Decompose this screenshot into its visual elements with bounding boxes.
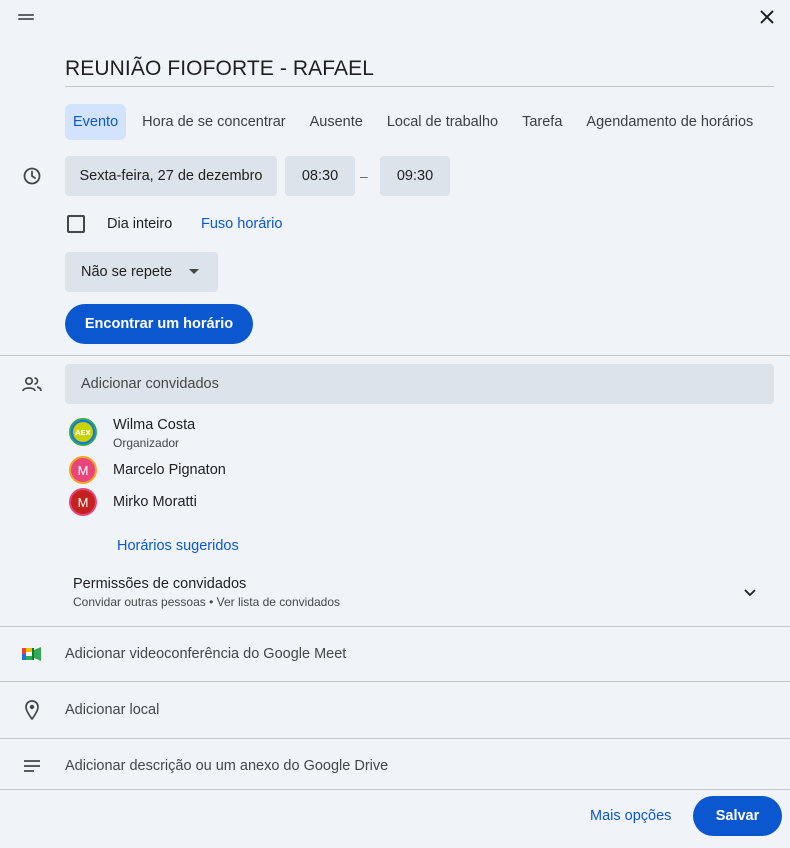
divider xyxy=(0,626,790,627)
guest-role: Organizador xyxy=(113,436,180,450)
organization-logo-icon: AEX xyxy=(73,422,93,442)
repeat-dropdown[interactable]: Não se repete xyxy=(65,252,218,292)
event-type-tabs: Evento Hora de se concentrar Ausente Loc… xyxy=(65,104,769,140)
tab-hora-concentrar[interactable]: Hora de se concentrar xyxy=(134,104,293,140)
divider xyxy=(0,789,790,790)
guest-name[interactable]: Mirko Moratti xyxy=(113,494,197,510)
end-time-button[interactable]: 09:30 xyxy=(380,156,450,196)
all-day-label: Dia inteiro xyxy=(107,216,173,232)
google-meet-icon xyxy=(22,644,42,664)
clock-icon xyxy=(22,166,42,186)
all-day-checkbox[interactable] xyxy=(67,215,85,233)
avatar-initial: M xyxy=(77,462,89,478)
caret-down-icon xyxy=(189,269,199,274)
divider xyxy=(0,738,790,739)
repeat-value: Não se repete xyxy=(81,264,173,280)
divider xyxy=(0,355,790,356)
drag-handle-icon[interactable] xyxy=(18,12,34,22)
add-location-field[interactable]: Adicionar local xyxy=(65,702,159,718)
guest-name[interactable]: Marcelo Pignaton xyxy=(113,462,226,478)
chevron-down-icon[interactable] xyxy=(742,584,758,600)
avatar: M xyxy=(69,488,97,516)
people-icon xyxy=(22,374,42,394)
save-button[interactable]: Salvar xyxy=(693,796,782,836)
guest-permissions-title[interactable]: Permissões de convidados xyxy=(73,576,246,592)
timezone-link[interactable]: Fuso horário xyxy=(201,216,282,232)
suggested-times-link[interactable]: Horários sugeridos xyxy=(117,538,239,554)
avatar: AEX xyxy=(69,418,97,446)
date-button[interactable]: Sexta-feira, 27 de dezembro xyxy=(65,156,277,196)
time-separator: – xyxy=(360,168,368,184)
close-button[interactable] xyxy=(756,6,778,28)
tab-tarefa[interactable]: Tarefa xyxy=(514,104,570,140)
add-guests-input[interactable]: Adicionar convidados xyxy=(65,364,774,404)
close-icon xyxy=(760,10,774,24)
add-meet-link[interactable]: Adicionar videoconferência do Google Mee… xyxy=(65,646,346,662)
guest-name[interactable]: Wilma Costa xyxy=(113,417,195,433)
guest-permissions-summary: Convidar outras pessoas • Ver lista de c… xyxy=(73,595,341,609)
tab-evento[interactable]: Evento xyxy=(65,104,127,140)
add-description-field[interactable]: Adicionar descrição ou um anexo do Googl… xyxy=(65,758,388,774)
avatar: M xyxy=(69,456,97,484)
location-pin-icon xyxy=(22,700,42,720)
tab-local-trabalho[interactable]: Local de trabalho xyxy=(379,104,506,140)
tab-agendamento[interactable]: Agendamento de horários xyxy=(578,104,761,140)
divider xyxy=(0,681,790,682)
find-time-button[interactable]: Encontrar um horário xyxy=(65,304,253,344)
svg-text:AEX: AEX xyxy=(75,429,91,437)
avatar-initial: M xyxy=(77,494,89,510)
start-time-button[interactable]: 08:30 xyxy=(285,156,355,196)
description-lines-icon xyxy=(22,756,42,776)
tab-ausente[interactable]: Ausente xyxy=(302,104,371,140)
event-title[interactable]: REUNIÃO FIOFORTE - RAFAEL xyxy=(65,55,774,83)
more-options-button[interactable]: Mais opções xyxy=(590,808,671,824)
title-field[interactable]: REUNIÃO FIOFORTE - RAFAEL xyxy=(65,55,774,87)
